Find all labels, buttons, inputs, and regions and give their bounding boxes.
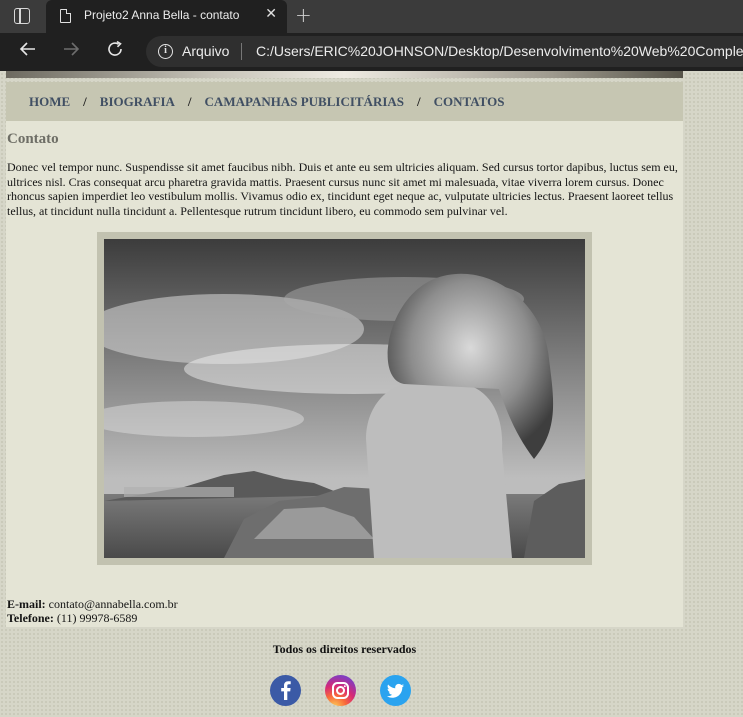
info-icon[interactable]: i [158,44,173,59]
new-tab-icon[interactable]: + [295,3,312,27]
header-banner-image [6,71,683,78]
menu-separator: / [417,93,421,109]
twitter-icon[interactable] [380,675,411,706]
phone-value: (11) 99978-6589 [56,611,138,625]
email-value: contato@annabella.com.br [48,597,178,611]
close-icon[interactable]: ✕ [265,6,277,22]
forward-arrow-icon[interactable] [61,39,81,64]
menu-item-campanhas[interactable]: CAMAPANHAS PUBLICITÁRIAS [205,94,404,110]
menu-separator: / [187,93,192,109]
menu-separator: / [83,93,87,109]
menu-item-biografia[interactable]: BIOGRAFIA [100,94,175,110]
facebook-icon[interactable] [270,675,301,706]
content-area: Contato Donec vel tempor nunc. Suspendis… [6,121,683,627]
menu-item-home[interactable]: HOME [29,94,70,110]
photo-frame [97,232,592,565]
contact-phone: Telefone: (11) 99978-6589 [7,611,137,626]
address-divider [241,43,242,60]
tab-title: Projeto2 Anna Bella - contato [84,8,240,22]
browser-toolbar: i Arquivo C:/Users/ERIC%20JOHNSON/Deskto… [0,33,743,71]
instagram-icon[interactable] [325,675,356,706]
contact-photo [104,239,585,558]
refresh-icon[interactable] [105,39,125,64]
page-icon [60,9,71,23]
address-bar[interactable]: i Arquivo C:/Users/ERIC%20JOHNSON/Deskto… [146,36,743,67]
back-arrow-icon[interactable] [18,39,38,64]
phone-label: Telefone: [7,611,54,625]
address-scheme-label: Arquivo [182,43,230,59]
intro-paragraph: Donec vel tempor nunc. Suspendisse sit a… [7,160,678,218]
url-text[interactable]: C:/Users/ERIC%20JOHNSON/Desktop/Desenvol… [256,43,743,59]
footer-rights-text: Todos os direitos reservados [272,642,417,656]
browser-titlebar: Projeto2 Anna Bella - contato ✕ + [0,0,743,33]
page-title: Contato [7,131,59,147]
main-menu: HOME / BIOGRAFIA / CAMAPANHAS PUBLICITÁR… [6,82,683,121]
browser-tab[interactable]: Projeto2 Anna Bella - contato ✕ [46,0,287,33]
email-label: E-mail: [7,597,46,611]
menu-item-contatos[interactable]: CONTATOS [434,94,505,110]
sidebar-icon[interactable] [14,8,30,24]
contact-email: E-mail: contato@annabella.com.br [7,597,178,612]
